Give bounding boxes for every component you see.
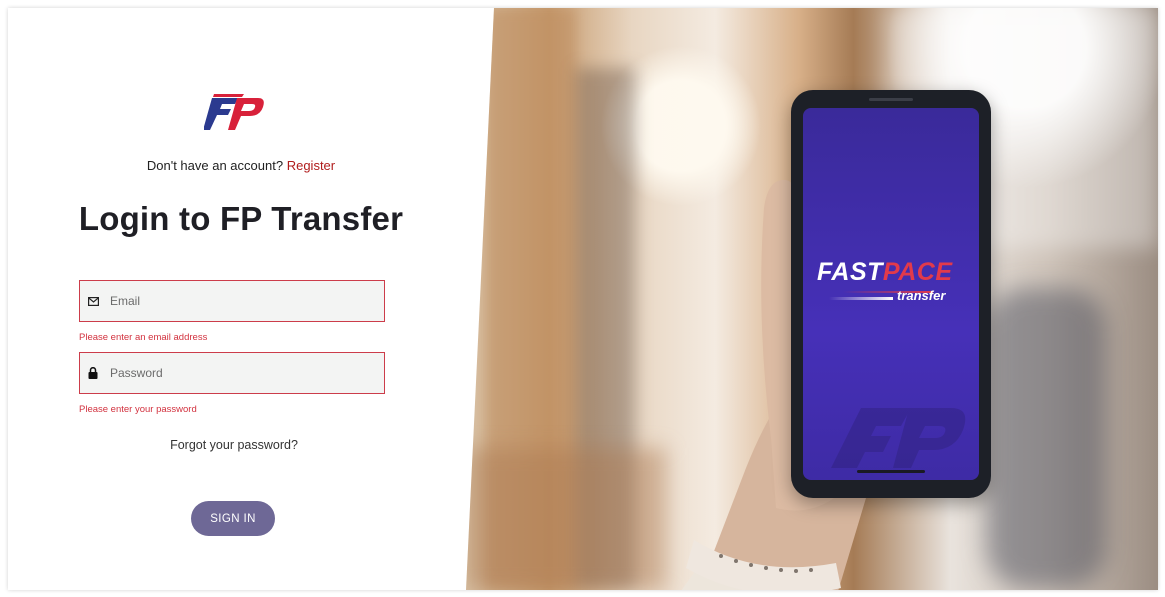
- brand-pace: PACE: [882, 258, 953, 286]
- register-prompt-text: Don't have an account?: [146, 158, 284, 173]
- promo-photo: FASTPACE transfer: [466, 8, 1158, 590]
- fastpace-wordmark: FASTPACE: [817, 258, 953, 287]
- email-error: Please enter an email address: [79, 332, 208, 343]
- password-error: Please enter your password: [79, 404, 197, 415]
- login-panel: Don't have an account? Register Login to…: [8, 8, 478, 590]
- phone-screen: FASTPACE transfer: [803, 108, 979, 480]
- forgot-password-link[interactable]: Forgot your password?: [8, 438, 460, 452]
- background-blur: [986, 288, 1106, 588]
- register-link[interactable]: Register: [287, 158, 335, 173]
- brand-fast: FAST: [817, 258, 883, 286]
- page-title: Login to FP Transfer: [78, 200, 404, 237]
- register-prompt: Don't have an account? Register: [8, 158, 474, 173]
- brand-transfer: transfer: [897, 288, 946, 303]
- email-field[interactable]: [79, 280, 385, 322]
- home-indicator: [857, 470, 925, 473]
- speed-line: [829, 297, 893, 300]
- lock-icon: [86, 366, 100, 380]
- envelope-icon: [86, 294, 100, 308]
- password-field[interactable]: [79, 352, 385, 394]
- email-input[interactable]: [108, 293, 372, 309]
- phone-speaker: [869, 98, 913, 101]
- sign-in-button[interactable]: SIGN IN: [191, 501, 275, 536]
- phone-mockup: FASTPACE transfer: [791, 90, 991, 498]
- password-input[interactable]: [108, 365, 372, 381]
- fp-watermark-icon: [831, 408, 966, 468]
- fp-logo: [204, 94, 264, 130]
- login-page: Don't have an account? Register Login to…: [8, 8, 1158, 590]
